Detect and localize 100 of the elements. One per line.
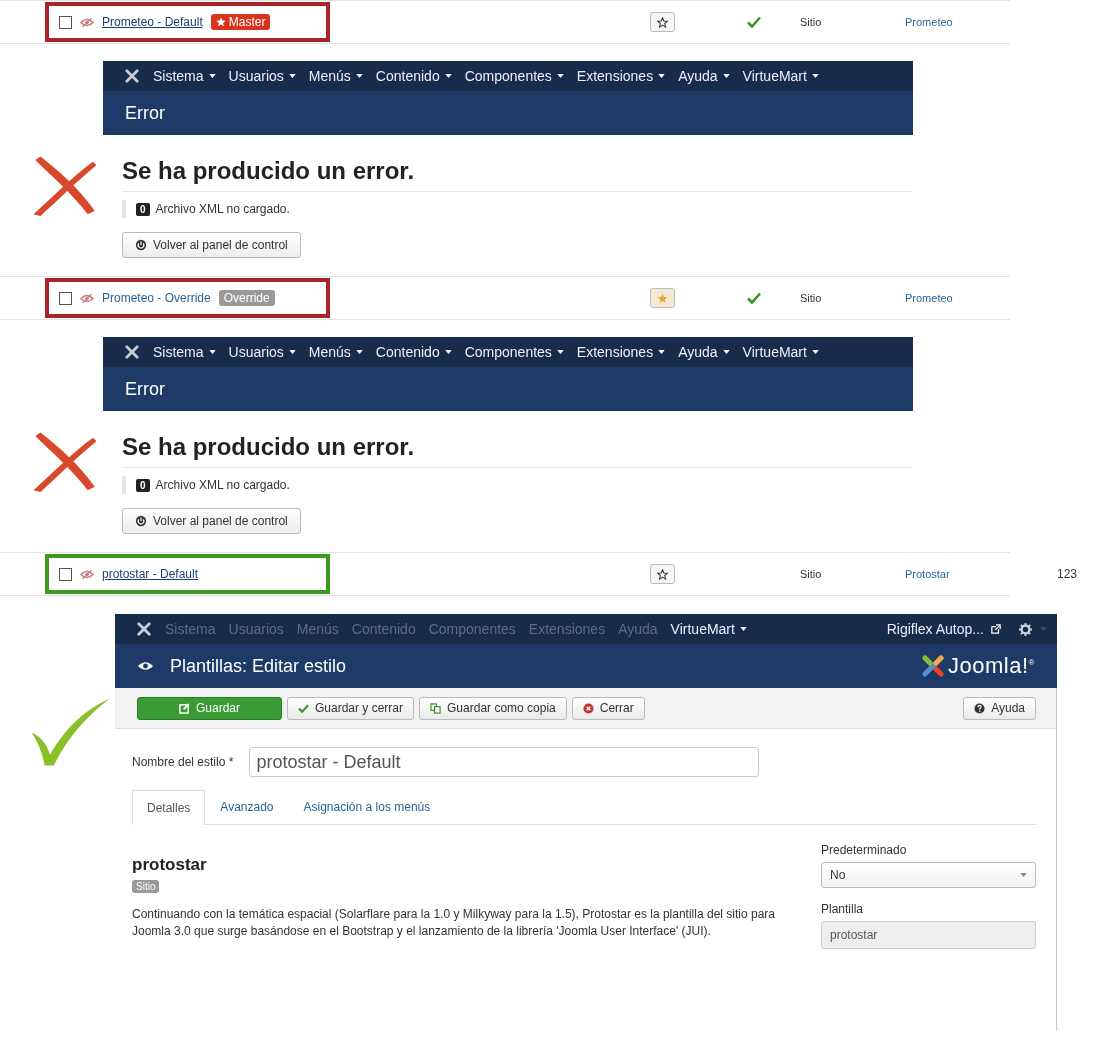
star-icon bbox=[657, 568, 668, 580]
caret-icon bbox=[658, 350, 666, 354]
menu-item[interactable]: VirtueMart bbox=[742, 344, 819, 360]
error-text: Archivo XML no cargado. bbox=[155, 478, 290, 492]
menu-item[interactable]: VirtueMart bbox=[670, 621, 747, 637]
hidden-eye-icon bbox=[80, 16, 94, 28]
checkbox[interactable] bbox=[59, 15, 72, 29]
caret-icon bbox=[208, 74, 216, 78]
toolbar-button[interactable]: Guardar como copia bbox=[419, 696, 567, 720]
caret-icon bbox=[444, 350, 452, 354]
back-button[interactable]: Volver al panel de control bbox=[122, 232, 301, 258]
tab[interactable]: Asignación a los menús bbox=[288, 790, 446, 824]
menu-item[interactable]: Menús bbox=[308, 68, 363, 84]
page-title: Error bbox=[125, 102, 165, 124]
menu-item[interactable]: Usuarios bbox=[228, 344, 296, 360]
page-title: Plantillas: Editar estilo bbox=[170, 655, 347, 677]
template-link[interactable]: Protostar bbox=[880, 568, 1030, 580]
page-title: Error bbox=[125, 378, 165, 400]
caret-icon bbox=[658, 74, 666, 78]
location-text: Sitio bbox=[799, 292, 823, 304]
menu-item[interactable]: Sistema bbox=[153, 68, 216, 84]
logo-icon[interactable] bbox=[137, 622, 151, 636]
back-button[interactable]: Volver al panel de control bbox=[122, 508, 301, 534]
menu-item[interactable]: Ayuda bbox=[678, 344, 730, 360]
settings-icon[interactable] bbox=[1019, 622, 1032, 636]
toolbar-button[interactable]: Cerrar bbox=[571, 696, 645, 720]
template-link[interactable]: Prometeo bbox=[880, 292, 1030, 304]
default-star-button[interactable] bbox=[650, 288, 675, 308]
menu-item[interactable]: Componentes bbox=[464, 68, 564, 84]
template-style-link[interactable]: protostar - Default bbox=[102, 567, 199, 581]
input-field[interactable]: protostar - Default bbox=[249, 747, 760, 777]
caret-icon bbox=[739, 627, 747, 631]
menu-item[interactable]: Componentes bbox=[464, 344, 564, 360]
menu-item[interactable]: Extensiones bbox=[576, 344, 666, 360]
field-label: Plantilla bbox=[821, 902, 865, 916]
checkbox[interactable] bbox=[59, 567, 72, 581]
menu-item[interactable]: Usuarios bbox=[228, 68, 296, 84]
template-style-link[interactable]: Prometeo - Default bbox=[102, 15, 203, 29]
template-title: protostar bbox=[132, 855, 208, 875]
caret-icon bbox=[722, 74, 730, 78]
menu-item[interactable]: Contenido bbox=[375, 344, 452, 360]
caret-icon bbox=[1020, 873, 1027, 877]
client-badge: Sitio bbox=[132, 880, 160, 893]
location-text: Sitio bbox=[799, 568, 823, 580]
menu-item[interactable]: Extensiones bbox=[576, 68, 666, 84]
field-label: Nombre del estilo * bbox=[132, 755, 234, 769]
template-style-link[interactable]: Prometeo - Override bbox=[102, 291, 211, 305]
caret-icon bbox=[556, 74, 564, 78]
caret-icon bbox=[722, 350, 730, 354]
caret-icon bbox=[288, 74, 296, 78]
template-link[interactable]: Prometeo bbox=[880, 16, 1030, 28]
logo-icon[interactable] bbox=[125, 345, 139, 359]
dropdown-field[interactable]: No bbox=[821, 862, 1036, 888]
caret-icon bbox=[355, 350, 363, 354]
error-title: Se ha producido un error. bbox=[122, 433, 912, 468]
caret-icon bbox=[811, 350, 819, 354]
caret-icon bbox=[288, 350, 296, 354]
star-icon bbox=[657, 292, 668, 304]
error-code-badge: 0 bbox=[136, 202, 150, 216]
hidden-eye-icon bbox=[80, 568, 94, 580]
caret-icon bbox=[811, 74, 819, 78]
logo-icon bbox=[922, 655, 945, 677]
caret-icon bbox=[208, 350, 216, 354]
field-label: Predeterminado bbox=[821, 843, 908, 857]
star-icon bbox=[657, 16, 668, 28]
check-icon bbox=[298, 702, 309, 714]
checkbox[interactable] bbox=[59, 291, 72, 305]
toolbar-button[interactable]: Ayuda bbox=[963, 696, 1036, 720]
check-mark-icon bbox=[30, 696, 112, 766]
hidden-eye-icon bbox=[80, 292, 94, 304]
menu-item[interactable]: Contenido bbox=[375, 68, 452, 84]
logo-icon[interactable] bbox=[125, 69, 139, 83]
default-star-button[interactable] bbox=[650, 564, 675, 584]
menu-item[interactable]: VirtueMart bbox=[742, 68, 819, 84]
caret-icon bbox=[355, 74, 363, 78]
default-star-button[interactable] bbox=[650, 12, 675, 32]
menu-item[interactable]: Menús bbox=[308, 344, 363, 360]
logo-text: Joomla!$^{®}$ bbox=[948, 653, 1035, 679]
dashboard-icon bbox=[135, 239, 147, 251]
caret-icon bbox=[444, 74, 452, 78]
tab[interactable]: Avanzado bbox=[205, 790, 289, 824]
description-text: Continuando con la temática espacial (Solarflare para la 1.0 y Milkyway para la 1.5), Protostar es la plantilla del sitio para Joomla 3.0 que surge basándose en el Bootstrap y el lanzamiento de la librería 'Joomla User Interface' (JUI). bbox=[132, 906, 776, 940]
location-text: Sitio bbox=[799, 16, 823, 28]
menu-item[interactable]: Ayuda bbox=[678, 68, 730, 84]
user-menu[interactable]: Rigiflex Autop... bbox=[886, 621, 1001, 637]
toolbar-button[interactable]: Guardar y cerrar bbox=[287, 696, 415, 720]
id-text: 123 bbox=[1056, 567, 1078, 581]
close-icon bbox=[582, 702, 594, 714]
input-field[interactable]: protostar bbox=[821, 921, 1036, 949]
external-link-icon bbox=[991, 624, 1001, 634]
error-title: Se ha producido un error. bbox=[122, 157, 912, 192]
dashboard-icon bbox=[135, 515, 147, 527]
menu-item[interactable]: Sistema bbox=[153, 344, 216, 360]
tab[interactable]: Detalles bbox=[132, 790, 206, 825]
toolbar-button[interactable]: Guardar bbox=[137, 696, 282, 720]
edit-icon bbox=[179, 702, 190, 714]
badge-label: Master bbox=[228, 15, 266, 29]
copy-icon bbox=[430, 702, 442, 714]
error-text: Archivo XML no cargado. bbox=[155, 202, 290, 216]
eye-icon bbox=[137, 660, 154, 672]
